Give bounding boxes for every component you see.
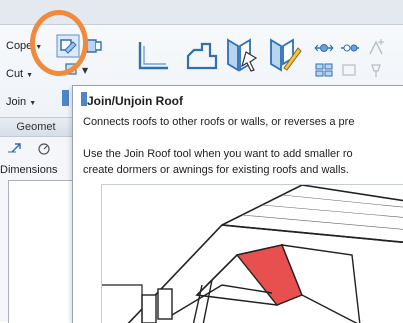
modify-profile-icon[interactable] bbox=[136, 38, 172, 72]
roof-illustration bbox=[102, 184, 403, 323]
pin-disabled-icon bbox=[371, 64, 381, 77]
cut-button[interactable]: Cut ▼ bbox=[6, 66, 33, 82]
join-button[interactable]: Join ▼ bbox=[6, 94, 36, 110]
tooltip-detail-line2: create dormers or awnings for existing r… bbox=[83, 164, 349, 176]
rotate-disabled-icon bbox=[369, 39, 384, 55]
geometry-panel-title: Geomet bbox=[0, 117, 72, 137]
tooltip-join-roof: Join/Unjoin Roof Connects roofs to other… bbox=[72, 85, 403, 323]
svg-text:▼: ▼ bbox=[82, 66, 89, 75]
wall-sweep-icon[interactable] bbox=[184, 38, 220, 72]
scale-disabled-icon bbox=[342, 64, 356, 76]
cut-dropdown-icon: ▼ bbox=[26, 72, 34, 79]
dimensions-label: Dimensions bbox=[0, 164, 58, 176]
view-controls-row bbox=[8, 143, 50, 155]
split-icon[interactable] bbox=[268, 34, 302, 74]
cut-label: Cut bbox=[6, 68, 24, 80]
copy-icon[interactable] bbox=[340, 40, 360, 56]
tooltip-title: Join/Unjoin Roof bbox=[87, 94, 183, 108]
cope-label: Cope bbox=[6, 40, 33, 52]
properties-list[interactable] bbox=[8, 180, 73, 323]
join-label: Join bbox=[6, 96, 27, 108]
highlight-circle bbox=[30, 10, 88, 76]
tooltip-detail-line1: Use the Join Roof tool when you want to … bbox=[83, 148, 353, 160]
join-dropdown-icon: ▼ bbox=[29, 100, 37, 107]
tooltip-illustration bbox=[101, 184, 403, 323]
tooltip-summary: Connects roofs to other roofs or walls, … bbox=[83, 116, 355, 128]
wall-icon[interactable] bbox=[60, 88, 72, 108]
move-icon[interactable] bbox=[314, 40, 334, 56]
opening-icon[interactable] bbox=[224, 36, 260, 74]
array-icon[interactable] bbox=[314, 62, 334, 78]
